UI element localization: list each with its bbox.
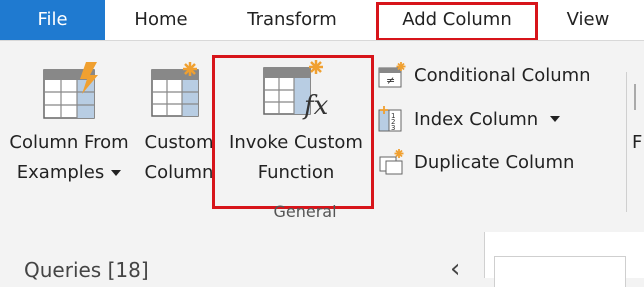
custom-column-line2: Column [144, 162, 214, 183]
conditional-column-label: Conditional Column [414, 64, 591, 86]
tab-view[interactable]: View [552, 0, 624, 40]
column-from-examples-button[interactable]: Column From Examples [0, 128, 138, 188]
index-column-label: Index Column [414, 108, 539, 130]
svg-text:fx: fx [302, 91, 328, 120]
cut-off-button-label[interactable]: F [632, 132, 642, 153]
invoke-custom-function-button[interactable]: Invoke Custom Function [222, 128, 370, 188]
cut-off-button-icon [634, 84, 644, 110]
column-from-examples-line2: Examples [16, 162, 105, 183]
invoke-custom-function-line1: Invoke Custom [229, 132, 363, 153]
svg-text:≠: ≠ [386, 74, 395, 87]
custom-column-line1: Custom [144, 132, 214, 153]
tab-home[interactable]: Home [112, 0, 210, 40]
tab-transform[interactable]: Transform [226, 0, 358, 40]
conditional-column-button[interactable]: ≠ Conditional Column [378, 60, 591, 90]
duplicate-column-icon [378, 149, 406, 175]
svg-text:3: 3 [391, 124, 395, 132]
invoke-custom-function-icon: fx [262, 58, 329, 124]
duplicate-column-button[interactable]: Duplicate Column [378, 147, 574, 177]
table-corner-cell[interactable] [494, 256, 626, 287]
conditional-column-icon: ≠ [378, 62, 406, 88]
tab-file[interactable]: File [0, 0, 105, 40]
index-column-icon: 1 2 3 [378, 106, 406, 132]
column-from-examples-icon [42, 62, 100, 126]
column-from-examples-line1: Column From [9, 132, 129, 153]
duplicate-column-label: Duplicate Column [414, 151, 575, 173]
custom-column-icon [150, 60, 208, 124]
collapse-chevron-icon[interactable]: ‹ [450, 256, 460, 282]
dropdown-caret-icon [111, 170, 122, 176]
ribbon-tab-bar: File Home Transform Add Column View [0, 0, 644, 41]
invoke-custom-function-line2: Function [257, 162, 335, 183]
ribbon-group-label-general: General [273, 202, 337, 221]
custom-column-button[interactable]: Custom Column [143, 128, 215, 188]
dropdown-caret-icon[interactable] [550, 116, 561, 122]
tab-add-column[interactable]: Add Column [376, 0, 538, 40]
queries-pane-title: Queries [18] [24, 258, 149, 282]
ribbon-group-separator [626, 72, 627, 212]
index-column-button[interactable]: 1 2 3 Index Column [378, 104, 561, 134]
